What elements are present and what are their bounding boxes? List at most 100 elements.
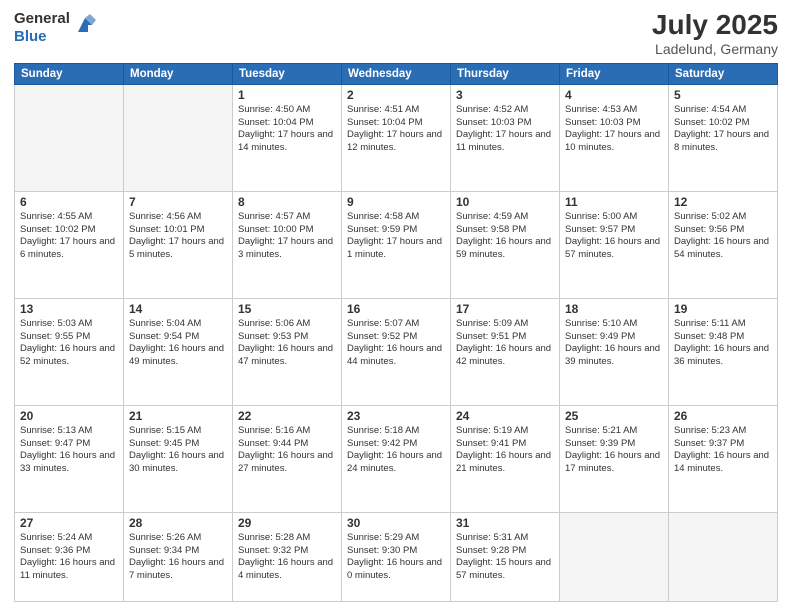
- calendar-cell: [560, 512, 669, 601]
- calendar-cell: 22 Sunrise: 5:16 AM Sunset: 9:44 PM Dayli…: [233, 405, 342, 512]
- day-info: Sunrise: 4:57 AM Sunset: 10:00 PM Daylig…: [238, 211, 336, 262]
- logo-icon: [74, 14, 96, 36]
- weekday-header-row: Sunday Monday Tuesday Wednesday Thursday…: [15, 63, 778, 84]
- logo-general: General: [14, 10, 70, 28]
- day-info: Sunrise: 5:24 AM Sunset: 9:36 PM Dayligh…: [20, 532, 118, 583]
- calendar-cell: 21Sunrise: 5:15 AM Sunset: 9:45 PM Dayli…: [124, 405, 233, 512]
- day-info: Sunrise: 5:23 AM Sunset: 9:37 PM Dayligh…: [674, 425, 772, 476]
- day-info: Sunrise: 5:06 AM Sunset: 9:53 PM Dayligh…: [238, 318, 336, 369]
- calendar-cell: 16 Sunrise: 5:07 AM Sunset: 9:52 PM Dayli…: [342, 298, 451, 405]
- day-number: 6: [20, 195, 118, 209]
- day-info: Sunrise: 5:29 AM Sunset: 9:30 PM Dayligh…: [347, 532, 445, 583]
- day-number: 30: [347, 516, 445, 530]
- header: General Blue July 2025 Ladelund, Germany: [14, 10, 778, 57]
- day-info: Sunrise: 5:07 AM Sunset: 9:52 PM Dayligh…: [347, 318, 445, 369]
- day-number: 20: [20, 409, 118, 423]
- day-number: 4: [565, 88, 663, 102]
- day-number: 16: [347, 302, 445, 316]
- calendar-cell: 9 Sunrise: 4:58 AM Sunset: 9:59 PM Daylig…: [342, 191, 451, 298]
- day-number: 27: [20, 516, 118, 530]
- day-number: 17: [456, 302, 554, 316]
- header-friday: Friday: [560, 63, 669, 84]
- calendar-cell: 12 Sunrise: 5:02 AM Sunset: 9:56 PM Dayli…: [669, 191, 778, 298]
- calendar-cell: 27 Sunrise: 5:24 AM Sunset: 9:36 PM Dayli…: [15, 512, 124, 601]
- calendar-cell: 24 Sunrise: 5:19 AM Sunset: 9:41 PM Dayli…: [451, 405, 560, 512]
- calendar-cell: 26Sunrise: 5:23 AM Sunset: 9:37 PM Dayli…: [669, 405, 778, 512]
- calendar-cell: 13 Sunrise: 5:03 AM Sunset: 9:55 PM Dayli…: [15, 298, 124, 405]
- day-number: 15: [238, 302, 336, 316]
- calendar-cell: 15 Sunrise: 5:06 AM Sunset: 9:53 PM Dayli…: [233, 298, 342, 405]
- day-number: 3: [456, 88, 554, 102]
- header-tuesday: Tuesday: [233, 63, 342, 84]
- calendar-cell: 23Sunrise: 5:18 AM Sunset: 9:42 PM Dayli…: [342, 405, 451, 512]
- calendar-cell: 3 Sunrise: 4:52 AM Sunset: 10:03 PM Dayli…: [451, 84, 560, 191]
- calendar-cell: 1Sunrise: 4:50 AM Sunset: 10:04 PM Dayli…: [233, 84, 342, 191]
- calendar-cell: 25 Sunrise: 5:21 AM Sunset: 9:39 PM Dayli…: [560, 405, 669, 512]
- day-info: Sunrise: 5:02 AM Sunset: 9:56 PM Dayligh…: [674, 211, 772, 262]
- day-number: 31: [456, 516, 554, 530]
- day-info: Sunrise: 5:04 AM Sunset: 9:54 PM Dayligh…: [129, 318, 227, 369]
- calendar-cell: 31 Sunrise: 5:31 AM Sunset: 9:28 PM Dayli…: [451, 512, 560, 601]
- calendar-cell: 6Sunrise: 4:55 AM Sunset: 10:02 PM Dayli…: [15, 191, 124, 298]
- header-monday: Monday: [124, 63, 233, 84]
- day-info: Sunrise: 4:51 AM Sunset: 10:04 PM Daylig…: [347, 104, 445, 155]
- day-number: 10: [456, 195, 554, 209]
- day-info: Sunrise: 5:13 AM Sunset: 9:47 PM Dayligh…: [20, 425, 118, 476]
- day-info: Sunrise: 5:09 AM Sunset: 9:51 PM Dayligh…: [456, 318, 554, 369]
- day-info: Sunrise: 5:15 AM Sunset: 9:45 PM Dayligh…: [129, 425, 227, 476]
- day-info: Sunrise: 5:16 AM Sunset: 9:44 PM Dayligh…: [238, 425, 336, 476]
- day-number: 14: [129, 302, 227, 316]
- logo-blue: Blue: [14, 28, 70, 46]
- day-number: 18: [565, 302, 663, 316]
- day-info: Sunrise: 5:19 AM Sunset: 9:41 PM Dayligh…: [456, 425, 554, 476]
- calendar-cell: 20 Sunrise: 5:13 AM Sunset: 9:47 PM Dayli…: [15, 405, 124, 512]
- day-info: Sunrise: 4:56 AM Sunset: 10:01 PM Daylig…: [129, 211, 227, 262]
- day-number: 25: [565, 409, 663, 423]
- calendar-cell: 30 Sunrise: 5:29 AM Sunset: 9:30 PM Dayli…: [342, 512, 451, 601]
- day-info: Sunrise: 5:28 AM Sunset: 9:32 PM Dayligh…: [238, 532, 336, 583]
- calendar-cell: 17 Sunrise: 5:09 AM Sunset: 9:51 PM Dayli…: [451, 298, 560, 405]
- header-wednesday: Wednesday: [342, 63, 451, 84]
- calendar-cell: 5 Sunrise: 4:54 AM Sunset: 10:02 PM Dayli…: [669, 84, 778, 191]
- day-info: Sunrise: 5:11 AM Sunset: 9:48 PM Dayligh…: [674, 318, 772, 369]
- month-year: July 2025: [652, 10, 778, 41]
- header-saturday: Saturday: [669, 63, 778, 84]
- day-number: 1: [238, 88, 336, 102]
- day-number: 22: [238, 409, 336, 423]
- header-sunday: Sunday: [15, 63, 124, 84]
- calendar-cell: 8 Sunrise: 4:57 AM Sunset: 10:00 PM Dayli…: [233, 191, 342, 298]
- calendar-cell: 7Sunrise: 4:56 AM Sunset: 10:01 PM Dayli…: [124, 191, 233, 298]
- calendar-cell: [15, 84, 124, 191]
- day-info: Sunrise: 5:26 AM Sunset: 9:34 PM Dayligh…: [129, 532, 227, 583]
- day-number: 2: [347, 88, 445, 102]
- calendar-cell: 2 Sunrise: 4:51 AM Sunset: 10:04 PM Dayli…: [342, 84, 451, 191]
- header-thursday: Thursday: [451, 63, 560, 84]
- day-number: 5: [674, 88, 772, 102]
- calendar-cell: 11Sunrise: 5:00 AM Sunset: 9:57 PM Dayli…: [560, 191, 669, 298]
- day-info: Sunrise: 4:53 AM Sunset: 10:03 PM Daylig…: [565, 104, 663, 155]
- calendar-cell: 14 Sunrise: 5:04 AM Sunset: 9:54 PM Dayli…: [124, 298, 233, 405]
- calendar-cell: 29 Sunrise: 5:28 AM Sunset: 9:32 PM Dayli…: [233, 512, 342, 601]
- day-info: Sunrise: 5:03 AM Sunset: 9:55 PM Dayligh…: [20, 318, 118, 369]
- day-number: 24: [456, 409, 554, 423]
- day-info: Sunrise: 5:31 AM Sunset: 9:28 PM Dayligh…: [456, 532, 554, 583]
- day-info: Sunrise: 5:21 AM Sunset: 9:39 PM Dayligh…: [565, 425, 663, 476]
- day-info: Sunrise: 4:52 AM Sunset: 10:03 PM Daylig…: [456, 104, 554, 155]
- day-info: Sunrise: 4:58 AM Sunset: 9:59 PM Dayligh…: [347, 211, 445, 262]
- logo: General Blue: [14, 10, 96, 46]
- day-number: 9: [347, 195, 445, 209]
- day-info: Sunrise: 5:10 AM Sunset: 9:49 PM Dayligh…: [565, 318, 663, 369]
- day-info: Sunrise: 4:54 AM Sunset: 10:02 PM Daylig…: [674, 104, 772, 155]
- calendar-cell: 10 Sunrise: 4:59 AM Sunset: 9:58 PM Dayli…: [451, 191, 560, 298]
- day-number: 13: [20, 302, 118, 316]
- day-number: 28: [129, 516, 227, 530]
- page: General Blue July 2025 Ladelund, Germany…: [0, 0, 792, 612]
- calendar-table: Sunday Monday Tuesday Wednesday Thursday…: [14, 63, 778, 602]
- day-number: 8: [238, 195, 336, 209]
- day-number: 29: [238, 516, 336, 530]
- day-number: 11: [565, 195, 663, 209]
- day-info: Sunrise: 4:59 AM Sunset: 9:58 PM Dayligh…: [456, 211, 554, 262]
- calendar-cell: 4 Sunrise: 4:53 AM Sunset: 10:03 PM Dayli…: [560, 84, 669, 191]
- day-number: 12: [674, 195, 772, 209]
- calendar-cell: 19Sunrise: 5:11 AM Sunset: 9:48 PM Dayli…: [669, 298, 778, 405]
